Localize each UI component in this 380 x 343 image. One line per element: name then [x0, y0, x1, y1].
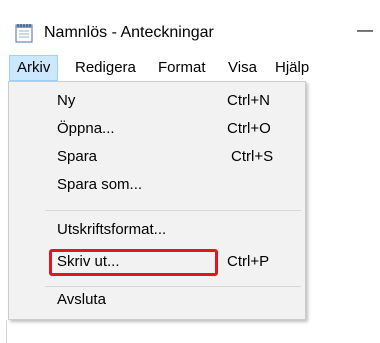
menu-hjalp[interactable]: Hjälp [268, 55, 316, 81]
menu-item-label: Utskriftsformat... [57, 221, 167, 238]
menu-bar: Arkiv Redigera Format Visa Hjälp [0, 55, 380, 81]
notepad-icon [14, 23, 36, 43]
menu-arkiv[interactable]: Arkiv [9, 55, 59, 81]
minimize-button[interactable]: — [352, 19, 378, 45]
menu-item-label: Öppna... [57, 120, 115, 137]
menu-item-oppna[interactable]: Öppna... Ctrl+O [9, 115, 305, 143]
menu-item-label: Avsluta [57, 291, 106, 308]
menu-item-shortcut: Ctrl+N [227, 92, 270, 109]
file-menu-dropdown: Ny Ctrl+N Öppna... Ctrl+O Spara Ctrl+S S… [8, 81, 306, 320]
menu-item-utskriftsformat[interactable]: Utskriftsformat... [9, 216, 305, 244]
menu-item-label: Spara som... [57, 176, 143, 193]
title-bar: Namnlös - Anteckningar — [0, 0, 380, 55]
menu-visa[interactable]: Visa [221, 55, 264, 81]
menu-separator [45, 210, 301, 211]
menu-item-ny[interactable]: Ny Ctrl+N [9, 87, 305, 115]
menu-item-shortcut: Ctrl+P [227, 253, 270, 270]
menu-item-avsluta[interactable]: Avsluta [9, 286, 305, 314]
highlight-box [49, 249, 218, 276]
menu-format[interactable]: Format [151, 55, 213, 81]
editor-border [6, 320, 7, 343]
menu-item-shortcut: Ctrl+O [227, 120, 271, 137]
menu-item-label: Spara [57, 148, 98, 165]
menu-item-label: Ny [57, 92, 76, 109]
menu-item-shortcut: Ctrl+S [231, 148, 274, 165]
menu-item-spara-som[interactable]: Spara som... [9, 171, 305, 199]
menu-redigera[interactable]: Redigera [68, 55, 143, 81]
window-title: Namnlös - Anteckningar [44, 24, 214, 41]
menu-item-spara[interactable]: Spara Ctrl+S [9, 143, 305, 171]
